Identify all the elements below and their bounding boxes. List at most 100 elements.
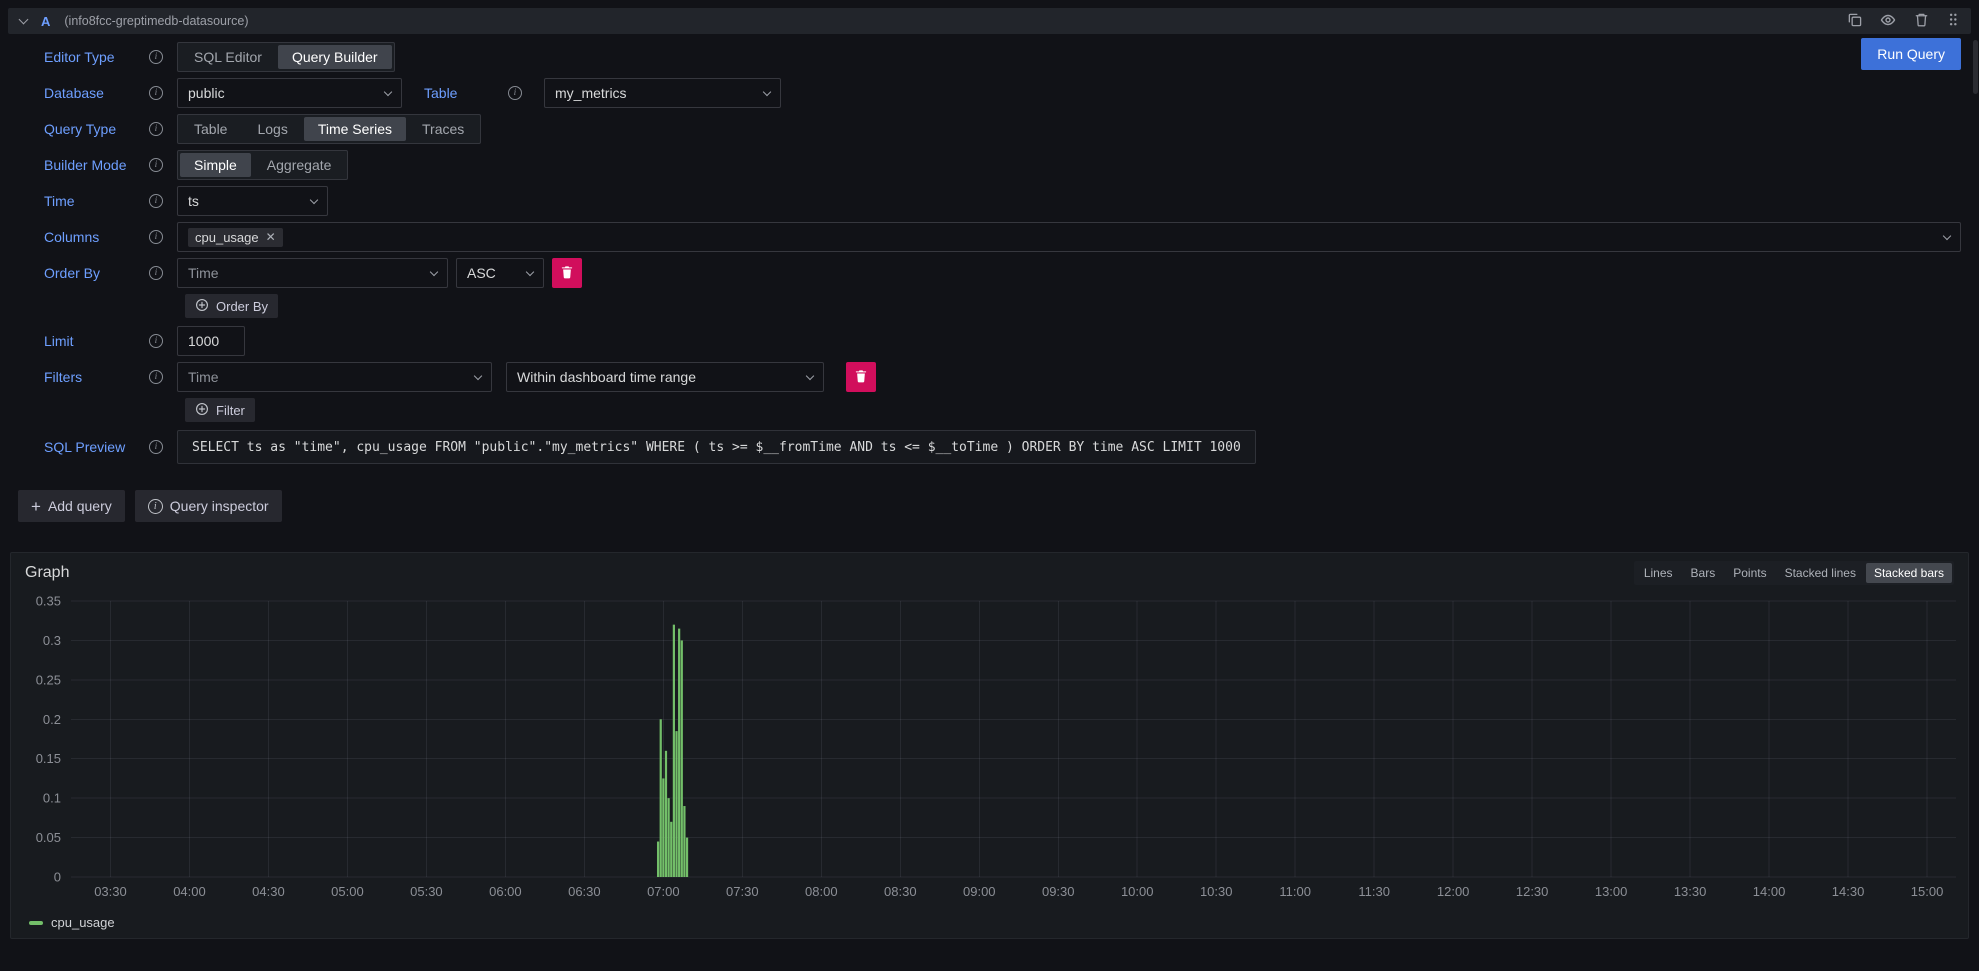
toggle-visibility-button[interactable] [1880, 12, 1896, 31]
builder-mode-toggle: Simple Aggregate [177, 150, 348, 180]
display-mode-toggle: Lines Bars Points Stacked lines Stacked … [1634, 561, 1954, 585]
panel-title: Graph [25, 564, 69, 582]
scrollbar-thumb[interactable] [1973, 40, 1978, 94]
mode-option-lines[interactable]: Lines [1636, 563, 1681, 583]
filter-condition-value: Within dashboard time range [517, 369, 696, 385]
svg-text:08:30: 08:30 [884, 884, 917, 899]
time-field: ts [177, 186, 1961, 216]
editor-type-option-sql-editor[interactable]: SQL Editor [180, 45, 276, 69]
add-filter-label: Filter [216, 403, 245, 418]
order-by-direction-select[interactable]: ASC [456, 258, 544, 288]
sql-preview-field: SELECT ts as "time", cpu_usage FROM "pub… [177, 430, 1961, 464]
builder-mode-option-aggregate[interactable]: Aggregate [253, 153, 346, 177]
filter-condition-select[interactable]: Within dashboard time range [506, 362, 824, 392]
add-query-button[interactable]: Add query [18, 490, 125, 522]
query-header-left: A (info8fcc-greptimedb-datasource) [20, 14, 249, 29]
svg-text:0.15: 0.15 [36, 751, 61, 766]
svg-text:06:30: 06:30 [568, 884, 601, 899]
limit-input[interactable] [177, 326, 245, 356]
duplicate-query-button[interactable] [1847, 12, 1862, 30]
drag-handle[interactable] [1947, 12, 1959, 30]
row-sql-preview: SQL Preview SELECT ts as "time", cpu_usa… [44, 430, 1961, 464]
add-order-by-button[interactable]: Order By [185, 294, 278, 318]
query-header: A (info8fcc-greptimedb-datasource) [8, 8, 1971, 34]
query-editor: A (info8fcc-greptimedb-datasource) [8, 8, 1971, 474]
time-column-select[interactable]: ts [177, 186, 328, 216]
database-label: Database [44, 85, 104, 101]
info-icon [149, 266, 163, 280]
info-icon [149, 194, 163, 208]
svg-text:08:00: 08:00 [805, 884, 838, 899]
builder-mode-label: Builder Mode [44, 157, 127, 173]
svg-text:05:30: 05:30 [410, 884, 443, 899]
svg-text:05:00: 05:00 [331, 884, 364, 899]
trash-icon [854, 369, 868, 386]
datasource-name: (info8fcc-greptimedb-datasource) [64, 14, 248, 28]
query-type-label: Query Type [44, 121, 116, 137]
svg-text:0.05: 0.05 [36, 830, 61, 845]
info-circle-icon [148, 499, 163, 514]
add-filter-button[interactable]: Filter [185, 398, 255, 422]
remove-order-by-button[interactable] [552, 258, 582, 288]
table-select[interactable]: my_metrics [544, 78, 781, 108]
row-time: Time ts [44, 186, 1961, 216]
columns-multiselect[interactable]: cpu_usage ✕ [177, 222, 1961, 252]
mode-option-stacked-lines[interactable]: Stacked lines [1777, 563, 1864, 583]
database-label-wrap: Database [44, 85, 177, 101]
time-label: Time [44, 193, 75, 209]
legend-series-label[interactable]: cpu_usage [51, 915, 115, 930]
columns-label-wrap: Columns [44, 229, 177, 245]
svg-text:0.2: 0.2 [43, 712, 61, 727]
add-order-by-label: Order By [216, 299, 268, 314]
svg-text:10:00: 10:00 [1121, 884, 1154, 899]
editor-type-toggle: SQL Editor Query Builder [177, 42, 395, 72]
row-database: Database public Table my_metrics [44, 78, 1961, 108]
query-type-toggle: Table Logs Time Series Traces [177, 114, 481, 144]
row-add-order-by: Order By [185, 294, 1961, 318]
info-icon [149, 50, 163, 64]
query-editor-body: Run Query Editor Type SQL Editor Query B… [8, 34, 1971, 474]
chevron-down-icon [806, 371, 814, 379]
row-limit: Limit [44, 326, 1961, 356]
delete-query-button[interactable] [1914, 12, 1929, 30]
chevron-down-icon [430, 267, 438, 275]
time-label-wrap: Time [44, 193, 177, 209]
graph-panel: Graph Lines Bars Points Stacked lines St… [10, 552, 1969, 939]
query-type-option-traces[interactable]: Traces [408, 117, 478, 141]
query-type-option-logs[interactable]: Logs [243, 117, 301, 141]
sql-preview-label: SQL Preview [44, 439, 125, 455]
query-type-option-time-series[interactable]: Time Series [304, 117, 406, 141]
svg-text:06:00: 06:00 [489, 884, 522, 899]
info-icon [508, 86, 522, 100]
order-by-column-select[interactable]: Time [177, 258, 448, 288]
editor-type-option-query-builder[interactable]: Query Builder [278, 45, 392, 69]
order-by-label-wrap: Order By [44, 265, 177, 281]
mode-option-bars[interactable]: Bars [1683, 563, 1724, 583]
svg-text:0.35: 0.35 [36, 594, 61, 609]
chevron-down-icon [474, 371, 482, 379]
query-ref-id[interactable]: A [41, 14, 50, 29]
row-query-type: Query Type Table Logs Time Series Traces [44, 114, 1961, 144]
info-icon [149, 230, 163, 244]
row-builder-mode: Builder Mode Simple Aggregate [44, 150, 1961, 180]
query-type-option-table[interactable]: Table [180, 117, 241, 141]
order-by-direction-value: ASC [467, 265, 496, 281]
limit-field [177, 326, 1961, 356]
svg-text:04:00: 04:00 [173, 884, 206, 899]
order-by-field: Time ASC [177, 258, 1961, 288]
query-inspector-button[interactable]: Query inspector [135, 490, 282, 522]
svg-text:13:30: 13:30 [1674, 884, 1707, 899]
filter-column-select[interactable]: Time [177, 362, 492, 392]
remove-tag-icon[interactable]: ✕ [266, 231, 276, 243]
table-label-wrap: Table [424, 85, 536, 101]
chevron-down-icon [526, 267, 534, 275]
mode-option-points[interactable]: Points [1725, 563, 1774, 583]
database-select[interactable]: public [177, 78, 402, 108]
editor-type-label-wrap: Editor Type [44, 49, 177, 65]
svg-text:14:30: 14:30 [1832, 884, 1865, 899]
mode-option-stacked-bars[interactable]: Stacked bars [1866, 563, 1952, 583]
builder-mode-option-simple[interactable]: Simple [180, 153, 251, 177]
collapse-chevron-icon[interactable] [19, 14, 29, 24]
remove-filter-button[interactable] [846, 362, 876, 392]
run-query-button[interactable]: Run Query [1861, 38, 1961, 70]
